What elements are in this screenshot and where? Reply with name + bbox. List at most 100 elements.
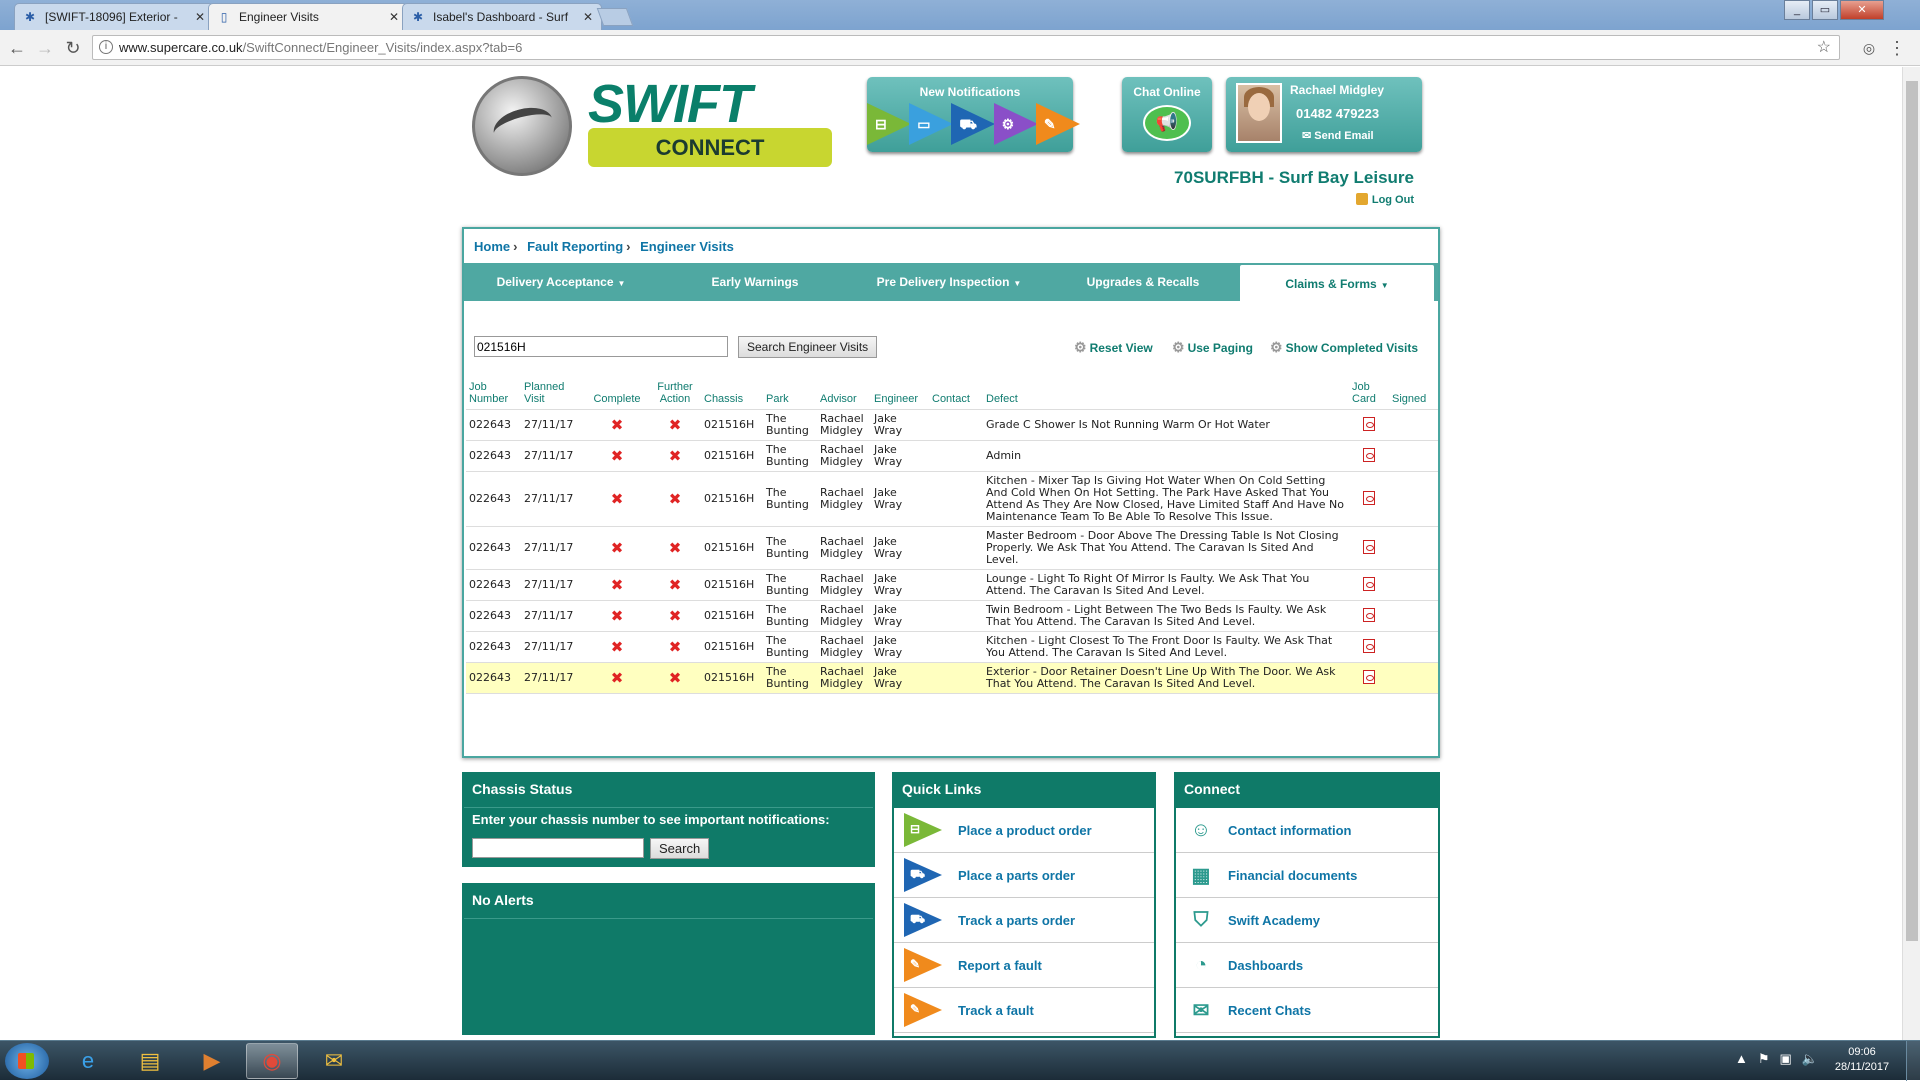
connect-item[interactable]: ⛉ Swift Academy [1176,898,1438,943]
breadcrumb-home[interactable]: Home [474,239,510,254]
quick-link-item[interactable]: ✎ Report a fault [894,943,1154,988]
gear-icon[interactable]: ⚙ [993,103,1038,145]
outlook-icon[interactable]: ✉ [308,1043,360,1079]
table-row[interactable]: 022643 27/11/17 ✖ ✖ 021516H The Bunting Rachae… [466,662,1438,694]
column-header[interactable]: Signed [1389,379,1438,410]
column-header[interactable]: Complete [585,379,649,410]
pdf-icon[interactable] [1363,638,1375,653]
flag-icon[interactable]: ⚑ [1758,1051,1770,1067]
column-header[interactable]: Advisor [817,379,871,410]
table-row[interactable]: 022643 27/11/17 ✖ ✖ 021516H The Bunting Rachae… [466,569,1438,601]
close-window-icon[interactable]: ✕ [1840,0,1884,20]
monitor-icon[interactable]: ▭ [909,103,954,145]
column-header[interactable]: Defect [983,379,1349,410]
file-explorer-icon[interactable]: ▤ [124,1043,176,1079]
quick-link-item[interactable]: ✎ Track a fault [894,988,1154,1033]
forward-icon[interactable]: → [34,37,56,59]
new-tab-button[interactable] [596,8,634,26]
cross-icon: ✖ [668,607,682,625]
pdf-icon[interactable] [1363,447,1375,462]
table-row[interactable]: 022643 27/11/17 ✖ ✖ 021516H The Bunting Rachae… [466,440,1438,472]
reset-view-link[interactable]: ⚙ Reset View [1074,339,1153,356]
caravan-icon[interactable]: ⊟ [867,103,911,145]
minimize-icon[interactable]: _ [1784,0,1810,20]
tab-early-warnings[interactable]: Early Warnings [658,263,852,301]
chassis-number-input[interactable] [472,838,644,858]
breadcrumb-fault-reporting[interactable]: Fault Reporting [527,239,623,254]
close-icon[interactable]: ✕ [195,10,205,24]
quick-link-item[interactable]: ⊟ Place a product order [894,808,1154,853]
column-header[interactable]: Park [763,379,817,410]
page-scrollbar[interactable] [1902,67,1920,1040]
table-row[interactable]: 022643 27/11/17 ✖ ✖ 021516H The Bunting Rachae… [466,409,1438,441]
scrollbar-thumb[interactable] [1906,81,1918,941]
send-email-link[interactable]: ✉ Send Email [1302,129,1374,142]
url-input[interactable]: i www.supercare.co.uk/SwiftConnect/Engin… [92,35,1840,60]
quick-link-item[interactable]: ⛟ Track a parts order [894,898,1154,943]
swift-logo-emblem[interactable] [472,76,572,176]
windows-taskbar: e ▤ ▶ ◉ ✉ ▲ ⚑ ▣ 🔈 09:06 28/11/2017 [0,1040,1920,1081]
info-icon[interactable]: i [99,40,113,54]
connect-item[interactable]: ◔ Dashboards [1176,943,1438,988]
table-row[interactable]: 022643 27/11/17 ✖ ✖ 021516H The Bunting Rachae… [466,631,1438,663]
close-icon[interactable]: ✕ [583,10,593,24]
pdf-icon[interactable] [1363,607,1375,622]
connect-item[interactable]: ☺ Contact information [1176,808,1438,853]
notifications-box[interactable]: New Notifications ⊟ ▭ ⛟ ⚙ ✎ [867,77,1080,152]
extension-icon[interactable]: ◎ [1858,37,1880,59]
browser-tab[interactable]: ✱ [SWIFT-18096] Exterior - ✕ [14,3,214,30]
reload-icon[interactable]: ↻ [62,37,84,59]
breadcrumb-engineer-visits[interactable]: Engineer Visits [640,239,734,254]
chassis-search-button[interactable]: Search [650,838,710,859]
search-input[interactable] [474,336,728,357]
pdf-icon[interactable] [1363,539,1375,554]
show-completed-link[interactable]: ⚙ Show Completed Visits [1270,339,1418,356]
tab-claims-forms[interactable]: Claims & Forms ▼ [1240,265,1434,301]
column-header[interactable]: Further Action [649,379,701,410]
chat-online-box[interactable]: Chat Online 📢 [1122,77,1212,152]
further-action-cell: ✖ [649,526,701,570]
start-button[interactable] [5,1043,49,1079]
internet-explorer-icon[interactable]: e [62,1043,114,1079]
url-path: /SwiftConnect/Engineer_Visits/index.aspx… [242,40,523,55]
menu-icon[interactable]: ⋮ [1886,37,1908,59]
pdf-icon[interactable] [1363,416,1375,431]
table-row[interactable]: 022643 27/11/17 ✖ ✖ 021516H The Bunting Rachae… [466,600,1438,632]
use-paging-link[interactable]: ⚙ Use Paging [1172,339,1253,356]
browser-tab[interactable]: ✱ Isabel's Dashboard - Surf ✕ [402,3,602,30]
star-icon[interactable]: ☆ [1817,36,1831,59]
column-header[interactable]: Job Card [1349,379,1389,410]
column-header[interactable]: Job Number [466,379,521,410]
restore-icon[interactable]: ▭ [1812,0,1838,20]
quick-link-item[interactable]: ⛟ Place a parts order [894,853,1154,898]
pdf-icon[interactable] [1363,669,1375,684]
volume-icon[interactable]: 🔈 [1802,1051,1818,1067]
truck-icon[interactable]: ⛟ [951,103,996,145]
browser-tab-active[interactable]: ▯ Engineer Visits ✕ [208,3,408,30]
tab-upgrades-recalls[interactable]: Upgrades & Recalls [1046,263,1240,301]
pdf-icon[interactable] [1363,490,1375,505]
tab-pre-delivery-inspection[interactable]: Pre Delivery Inspection ▼ [852,263,1046,301]
chrome-icon[interactable]: ◉ [246,1043,298,1079]
connect-item[interactable]: ▦ Financial documents [1176,853,1438,898]
tray-arrow-icon[interactable]: ▲ [1735,1051,1748,1067]
column-header[interactable]: Contact [929,379,983,410]
tab-delivery-acceptance[interactable]: Delivery Acceptance ▼ [464,263,658,301]
table-row[interactable]: 022643 27/11/17 ✖ ✖ 021516H The Bunting Rachae… [466,471,1438,527]
connect-item[interactable]: ✉ Recent Chats [1176,988,1438,1033]
column-header[interactable]: Engineer [871,379,929,410]
clock[interactable]: 09:06 28/11/2017 [1822,1045,1902,1075]
table-row[interactable]: 022643 27/11/17 ✖ ✖ 021516H The Bunting Rachae… [466,526,1438,570]
logout-link[interactable]: Log Out [1355,193,1414,206]
planned-visit: 27/11/17 [521,440,585,472]
search-engineer-visits-button[interactable]: Search Engineer Visits [738,336,878,358]
media-player-icon[interactable]: ▶ [186,1043,238,1079]
pdf-icon[interactable] [1363,576,1375,591]
network-icon[interactable]: ▣ [1780,1051,1792,1067]
column-header[interactable]: Chassis [701,379,763,410]
tools-icon[interactable]: ✎ [1035,103,1080,145]
column-header[interactable]: Planned Visit [521,379,585,410]
back-icon[interactable]: ← [6,37,28,59]
close-icon[interactable]: ✕ [389,10,399,24]
show-desktop-button[interactable] [1906,1041,1920,1081]
